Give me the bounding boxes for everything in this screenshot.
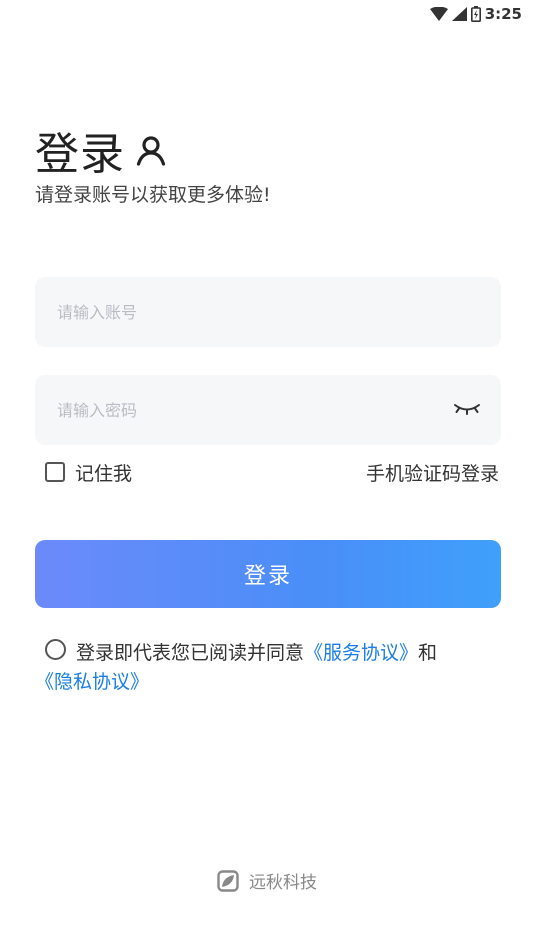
- agreement-prefix: 登录即代表您已阅读并同意: [76, 642, 305, 664]
- remember-me-checkbox[interactable]: 记住我: [45, 459, 132, 486]
- agreement-section: 登录即代表您已阅读并同意《服务协议》和: [45, 637, 505, 669]
- account-input[interactable]: [57, 302, 479, 322]
- page-subtitle: 请登录账号以获取更多体验!: [35, 184, 271, 206]
- page-title: 登录: [35, 129, 125, 180]
- agreement-radio[interactable]: [45, 639, 66, 660]
- remember-me-label: 记住我: [75, 462, 133, 485]
- cellular-signal-icon: [451, 7, 467, 21]
- password-input[interactable]: [57, 400, 479, 420]
- leaf-logo-icon: [217, 869, 239, 892]
- status-bar: 3:25: [429, 0, 522, 28]
- footer-brand: 远秋科技: [0, 868, 534, 893]
- status-time: 3:25: [484, 5, 522, 23]
- eye-closed-icon[interactable]: [453, 399, 481, 419]
- checkbox-box[interactable]: [45, 462, 65, 482]
- privacy-agreement-link[interactable]: 《隐私协议》: [35, 671, 149, 693]
- agreement-second-line: 《隐私协议》: [35, 666, 149, 698]
- password-field[interactable]: [35, 375, 501, 445]
- agreement-and: 和: [418, 642, 438, 664]
- service-agreement-link[interactable]: 《服务协议》: [304, 642, 418, 664]
- footer-brand-name: 远秋科技: [249, 873, 317, 893]
- user-icon: [136, 136, 166, 166]
- login-button[interactable]: 登录: [35, 540, 501, 608]
- login-screen: 3:25 登录 请登录账号以获取更多体验! 记住我 手机验证码登录 登录: [0, 0, 534, 950]
- login-options-row: 记住我 手机验证码登录: [45, 458, 499, 486]
- account-field[interactable]: [35, 277, 501, 347]
- battery-icon: [470, 6, 481, 22]
- title-row: 登录: [35, 118, 167, 182]
- agreement-text: 登录即代表您已阅读并同意《服务协议》和: [76, 637, 505, 669]
- sms-login-link[interactable]: 手机验证码登录: [366, 459, 499, 486]
- wifi-icon: [429, 7, 448, 21]
